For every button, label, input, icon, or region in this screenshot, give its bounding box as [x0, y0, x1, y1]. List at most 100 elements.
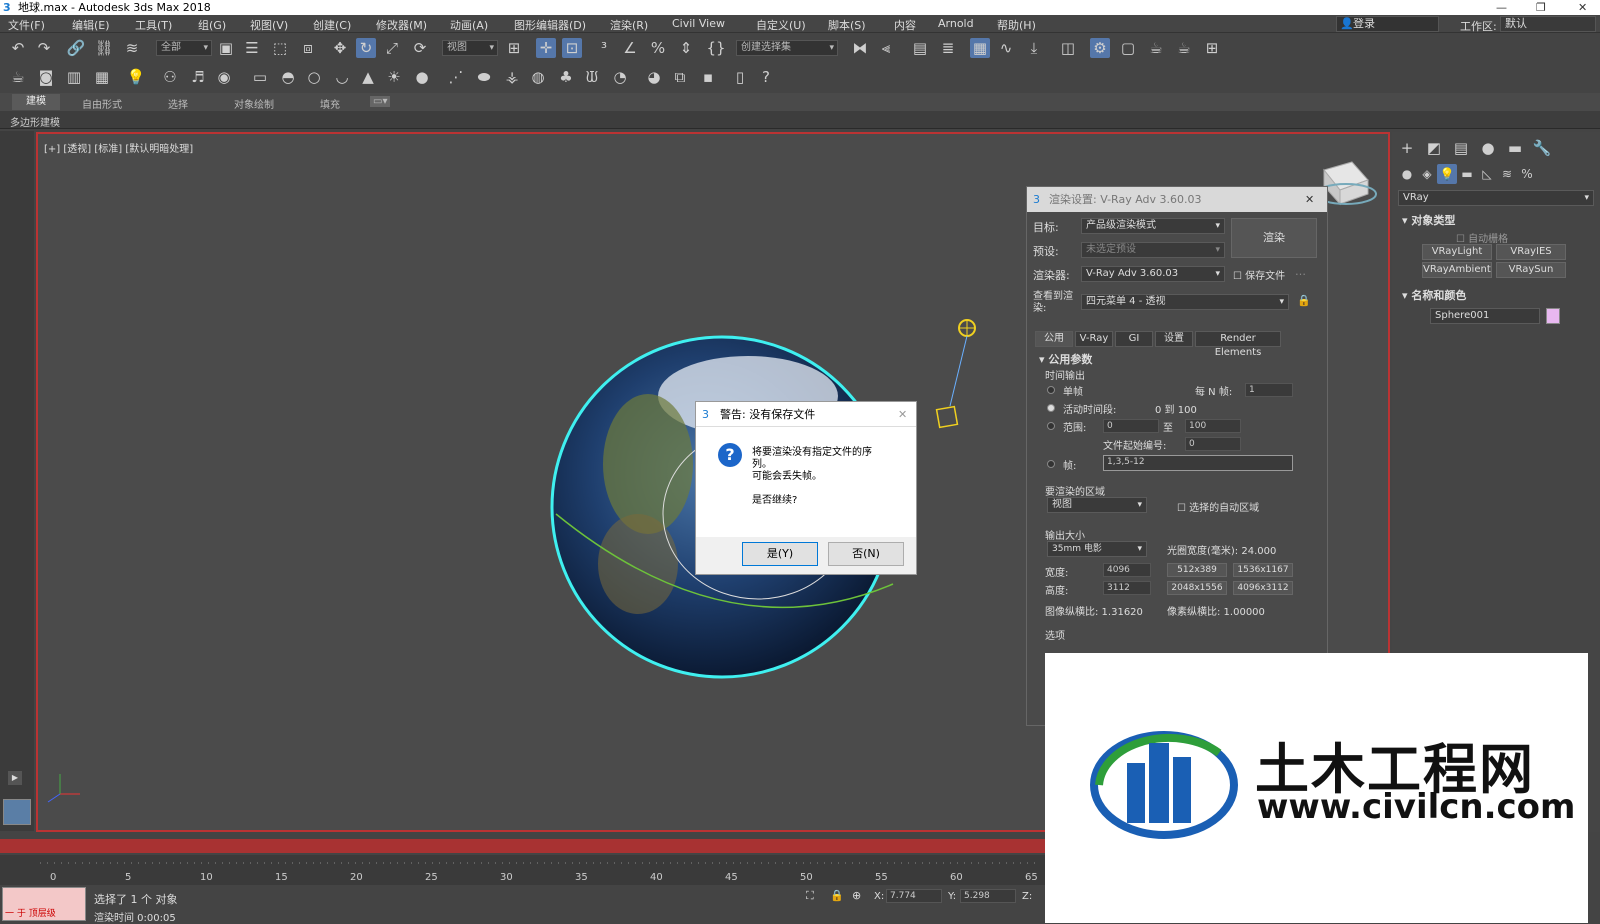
file-start-field[interactable]: 0	[1185, 437, 1241, 451]
redo-icon[interactable]: ↷	[34, 38, 54, 58]
light-type-dropdown[interactable]: VRay	[1398, 190, 1594, 206]
ribbon-toggle-icon[interactable]: ▦	[970, 38, 990, 58]
tab-render-elements[interactable]: Render Elements	[1195, 331, 1281, 358]
object-color-swatch[interactable]	[1546, 308, 1560, 324]
selection-filter-dropdown[interactable]: 全部	[156, 40, 212, 56]
workspace-dropdown[interactable]: 默认	[1500, 16, 1596, 32]
preset-dropdown[interactable]: 未选定预设	[1081, 242, 1225, 258]
menu-create[interactable]: 创建(C)	[313, 17, 351, 33]
tab-gi[interactable]: GI	[1115, 331, 1153, 347]
frames-input[interactable]: 1,3,5-12	[1103, 455, 1293, 471]
render-setup-icon[interactable]: ⚙	[1090, 38, 1110, 58]
cameras-icon[interactable]: ▬	[1457, 164, 1477, 184]
close-icon[interactable]: ✕	[1578, 0, 1587, 15]
sun-icon[interactable]: ☀	[384, 67, 404, 87]
render-cloud-icon[interactable]: ⊞	[1202, 38, 1222, 58]
rect-selection-icon[interactable]: ⬚	[270, 38, 290, 58]
window-crossing-icon[interactable]: ⧈	[298, 38, 318, 58]
render-area-dropdown[interactable]: 视图	[1047, 497, 1147, 513]
save-file-checkbox[interactable]: ☐ 保存文件	[1233, 267, 1285, 282]
helper-icon[interactable]: ⚇	[160, 67, 180, 87]
spinner-snap-icon[interactable]: ⇕	[676, 38, 696, 58]
menu-help[interactable]: 帮助(H)	[997, 17, 1036, 33]
camera-icon[interactable]: ◉	[214, 67, 234, 87]
single-frame-radio[interactable]	[1047, 386, 1055, 394]
geometry-icon[interactable]: ●	[1397, 164, 1417, 184]
display-panel-icon[interactable]: ▬	[1505, 138, 1525, 158]
tab-settings[interactable]: 设置	[1155, 331, 1193, 347]
frames-radio[interactable]	[1047, 460, 1055, 468]
absolute-mode-icon[interactable]: ⊕	[852, 889, 861, 902]
select-by-name-icon[interactable]: ☰	[242, 38, 262, 58]
fur-icon[interactable]: ⋰	[446, 67, 466, 87]
proxy-icon[interactable]: ⬬	[474, 67, 494, 87]
menu-animation[interactable]: 动画(A)	[450, 17, 488, 33]
angle-snap-icon[interactable]: ∠	[620, 38, 640, 58]
bowl-icon[interactable]: ◡	[332, 67, 352, 87]
utilities-panel-icon[interactable]: 🔧	[1532, 138, 1552, 158]
login-dropdown[interactable]: 👤 登录	[1336, 16, 1439, 32]
range-radio[interactable]	[1047, 422, 1055, 430]
dope-sheet-icon[interactable]: ⤓	[1024, 38, 1044, 58]
vray-frame-icon[interactable]: ⧉	[670, 67, 690, 87]
render-dialog-titlebar[interactable]: 3 渲染设置: V-Ray Adv 3.60.03 ✕	[1027, 187, 1327, 212]
warning-close-icon[interactable]: ✕	[898, 402, 907, 427]
menu-file[interactable]: 文件(F)	[8, 17, 45, 33]
ref-coord-dropdown[interactable]: 视图	[442, 40, 498, 56]
yes-button[interactable]: 是(Y)	[742, 542, 818, 566]
help-icon[interactable]: ?	[756, 67, 776, 87]
motion-panel-icon[interactable]: ●	[1478, 138, 1498, 158]
helpers-icon[interactable]: ◺	[1477, 164, 1497, 184]
vray-sphere-icon[interactable]: ◕	[644, 67, 664, 87]
play-icon[interactable]: ▶	[8, 771, 22, 785]
shapes-icon[interactable]: ◈	[1417, 164, 1437, 184]
object-name-input[interactable]: Sphere001	[1430, 308, 1540, 324]
render-production-icon[interactable]: ☕	[1146, 38, 1166, 58]
object-type-rollout[interactable]: ▾ 对象类型	[1402, 212, 1455, 228]
ambient-light-icon[interactable]: ●	[412, 67, 432, 87]
fur-tool-icon[interactable]: ⚶	[502, 67, 522, 87]
maxscript-listener[interactable]: 一 于 顶层级	[2, 887, 86, 921]
place-icon[interactable]: ⟳	[410, 38, 430, 58]
menu-rendering[interactable]: 渲染(R)	[610, 17, 648, 33]
menu-graph-editors[interactable]: 图形编辑器(D)	[514, 17, 586, 33]
renderer-dropdown[interactable]: V-Ray Adv 3.60.03	[1081, 266, 1225, 282]
select-manipulate-icon[interactable]: ✛	[536, 38, 556, 58]
tab-common[interactable]: 公用	[1035, 331, 1073, 347]
film-dropdown[interactable]: 35mm 电影	[1047, 541, 1147, 557]
ribbon-options-icon[interactable]: ▭▾	[370, 96, 391, 107]
curve-editor-icon[interactable]: ∿	[996, 38, 1016, 58]
create-panel-icon[interactable]: +	[1397, 138, 1417, 158]
preset-size-button[interactable]: 512x389	[1167, 563, 1227, 577]
globe-tool-icon[interactable]: ◍	[528, 67, 548, 87]
vray-vfb-icon[interactable]: ▪	[698, 67, 718, 87]
scene-explorer-icon[interactable]: ▤	[910, 38, 930, 58]
auto-grid-checkbox[interactable]: ☐ 自动栅格	[1456, 230, 1508, 245]
menu-group[interactable]: 组(G)	[198, 17, 226, 33]
range-from-field[interactable]: 0	[1103, 419, 1159, 433]
vraysun-button[interactable]: VRaySun	[1496, 262, 1566, 278]
tab-freeform[interactable]: 自由形式	[82, 96, 122, 111]
hair-icon[interactable]: ᙡ	[582, 67, 602, 87]
common-params-rollout[interactable]: ▾ 公用参数	[1039, 351, 1092, 367]
edit-named-sets-icon[interactable]: {}	[706, 38, 726, 58]
menu-civil-view[interactable]: Civil View	[672, 17, 725, 30]
scale-icon[interactable]: ⤢	[382, 38, 402, 58]
bind-space-warp-icon[interactable]: ≋	[122, 38, 142, 58]
vraylight-button[interactable]: VRayLight	[1422, 244, 1492, 260]
isolate-icon[interactable]: ⛶	[806, 889, 814, 903]
auto-region-checkbox[interactable]: ☐ 选择的自动区域	[1177, 499, 1259, 514]
save-file-browse-button[interactable]: …	[1295, 265, 1306, 278]
teapot-icon[interactable]: ☕	[8, 67, 28, 87]
light-lister-icon[interactable]: 💡	[126, 67, 146, 87]
spacewarps-icon[interactable]: ≋	[1497, 164, 1517, 184]
modify-panel-icon[interactable]: ◩	[1424, 138, 1444, 158]
no-button[interactable]: 否(N)	[828, 542, 904, 566]
table-icon[interactable]: ▦	[92, 67, 112, 87]
render-dialog-close-icon[interactable]: ✕	[1305, 187, 1314, 212]
list-icon[interactable]: ▥	[64, 67, 84, 87]
tab-object-paint[interactable]: 对象绘制	[234, 96, 274, 111]
vrayambientlight-button[interactable]: VRayAmbientLight	[1422, 262, 1492, 278]
polygon-modeling-label[interactable]: 多边形建模	[10, 114, 60, 129]
select-object-icon[interactable]: ▣	[216, 38, 236, 58]
